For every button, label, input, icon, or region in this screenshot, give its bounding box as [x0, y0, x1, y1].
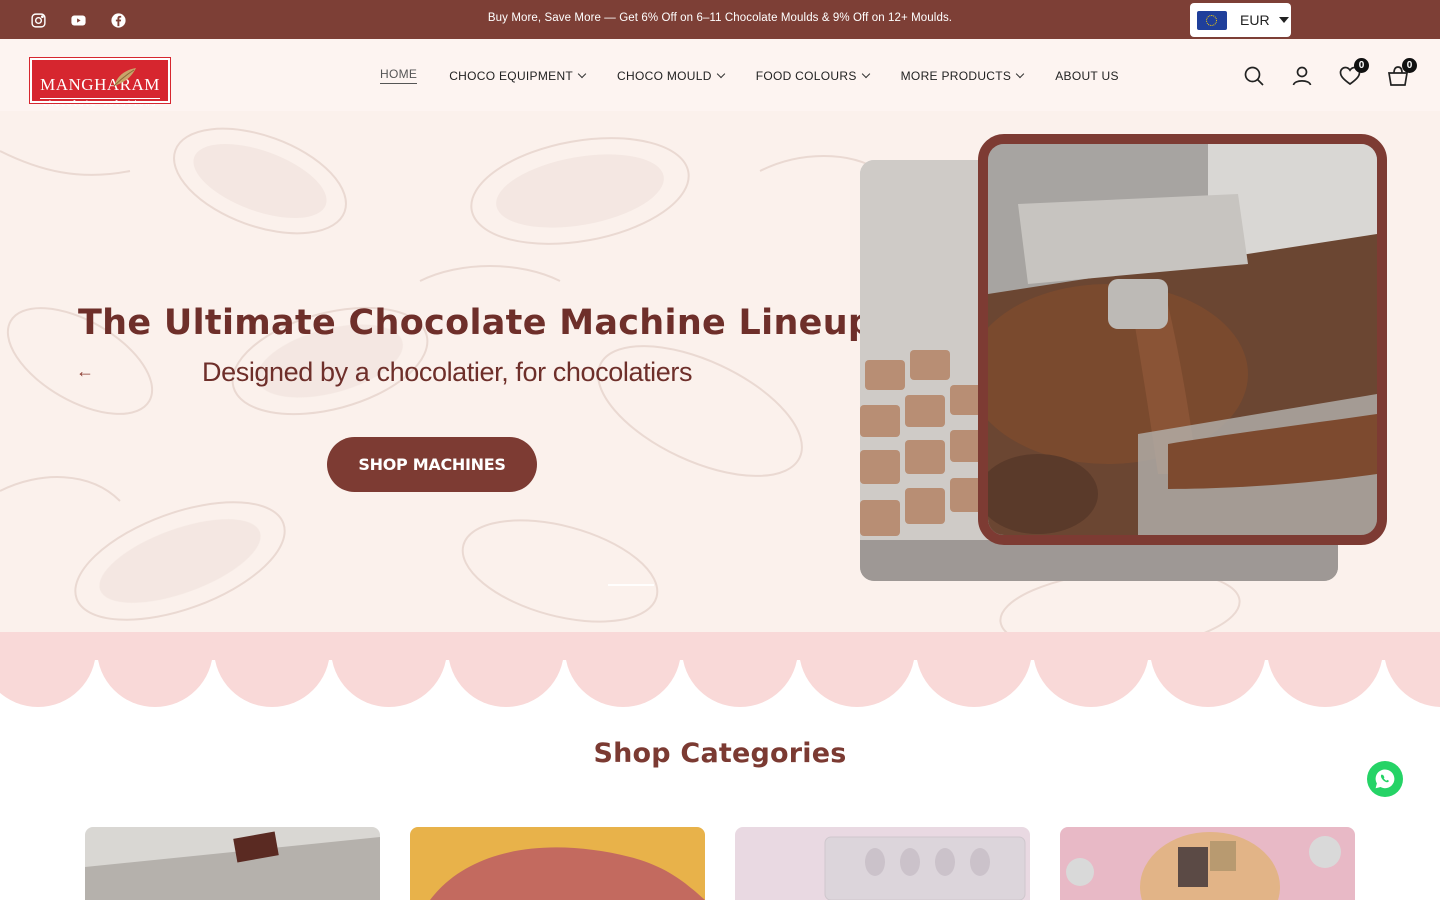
nav-more-products-label: MORE PRODUCTS [900, 68, 1012, 83]
nav-more-products[interactable]: MORE PRODUCTS [900, 68, 1025, 83]
hero-photo-tempering-machine [978, 134, 1387, 545]
caret-down-icon [1278, 17, 1289, 23]
category-card[interactable] [410, 827, 705, 900]
hero-subtitle: Designed by a chocolatier, for chocolati… [202, 357, 693, 387]
hero-title: The Ultimate Chocolate Machine Lineup [78, 303, 874, 343]
nav-food-colours-label: FOOD COLOURS [755, 68, 857, 83]
nav-choco-equipment[interactable]: CHOCO EQUIPMENT [449, 68, 587, 83]
cart-icon[interactable]: 0 [1386, 58, 1417, 88]
announcement-bar: Buy More, Save More — Get 6% Off on 6–11… [0, 0, 1440, 39]
nav-home[interactable]: HOME [380, 67, 418, 84]
category-card[interactable] [735, 827, 1030, 900]
wishlist-icon[interactable]: 0 [1338, 58, 1369, 88]
nav-choco-mould-label: CHOCO MOULD [617, 68, 712, 83]
cocoa-leaf-icon [113, 68, 136, 87]
search-icon[interactable] [1242, 64, 1266, 88]
currency-code: EUR [1240, 12, 1270, 28]
chevron-down-icon [1015, 69, 1025, 78]
category-card[interactable] [1060, 827, 1355, 900]
currency-selector[interactable]: EUR [1190, 3, 1291, 37]
shop-machines-button[interactable]: SHOP MACHINES [327, 437, 537, 492]
logo-tagline: chocolate solutions [40, 98, 160, 108]
eu-flag-icon [1197, 10, 1227, 30]
wishlist-count-badge: 0 [1354, 58, 1369, 73]
slider-prev-arrow[interactable]: ← [76, 361, 94, 382]
hero-banner: The Ultimate Chocolate Machine Lineup ← … [0, 111, 1440, 632]
chevron-down-icon [716, 69, 725, 78]
nav-home-label: HOME [380, 67, 418, 81]
nav-choco-equipment-label: CHOCO EQUIPMENT [449, 68, 574, 83]
logo-name: MANGHARAM [40, 75, 160, 94]
nav-choco-mould[interactable]: CHOCO MOULD [617, 68, 725, 83]
site-logo[interactable]: MANGHARAM chocolate solutions [29, 57, 171, 108]
shop-categories-title: Shop Categories [593, 738, 847, 769]
account-icon[interactable] [1290, 64, 1314, 88]
nav-about-us[interactable]: ABOUT US [1055, 69, 1119, 83]
cart-count-badge: 0 [1402, 58, 1417, 73]
nav-about-us-label: ABOUT US [1055, 68, 1119, 83]
category-card[interactable] [85, 827, 380, 900]
slider-indicator[interactable] [608, 584, 654, 586]
scallop-divider [0, 632, 1440, 708]
nav-food-colours[interactable]: FOOD COLOURS [755, 68, 870, 83]
site-header: MANGHARAM chocolate solutions HOME CHOCO… [0, 39, 1440, 111]
chevron-down-icon [577, 69, 587, 78]
whatsapp-chat-icon[interactable] [1367, 761, 1403, 797]
chevron-down-icon [861, 69, 870, 78]
main-nav: HOME CHOCO EQUIPMENT CHOCO MOULD FOOD CO… [380, 67, 1151, 84]
